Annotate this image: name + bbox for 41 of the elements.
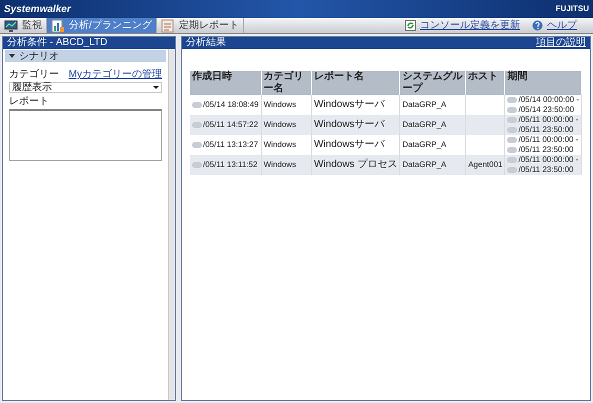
category-manage-link[interactable]: Myカテゴリーの管理: [68, 67, 162, 82]
table-cell: Windows プロセス: [311, 155, 400, 175]
item-description-link[interactable]: 項目の説明: [536, 37, 586, 49]
vendor-logo: FUJITSU: [556, 3, 589, 15]
toolbar-link[interactable]: ヘルプ: [532, 18, 577, 33]
dropdown-caret-icon: [153, 86, 159, 89]
scrollbar[interactable]: [168, 49, 175, 400]
table-cell: /05/11 00:00:00 - /05/11 23:50:00: [504, 155, 582, 175]
help-icon: [532, 20, 543, 31]
redacted-blur: [507, 116, 518, 123]
category-label: カテゴリー: [9, 68, 59, 82]
panel-header: 分析結果 項目の説明: [182, 37, 590, 49]
category-select[interactable]: 履歴表示: [9, 82, 162, 93]
redacted-blur: [192, 122, 202, 128]
panel-header: 分析条件 - ABCD_LTD: [3, 37, 175, 49]
redacted-blur: [507, 96, 518, 103]
table-cell: /05/11 13:11:52: [190, 155, 262, 175]
table-cell: DataGRP_A: [400, 155, 466, 175]
redacted-blur: [507, 106, 518, 113]
section-header[interactable]: シナリオ: [5, 50, 166, 62]
redacted-blur: [507, 126, 518, 133]
report-listbox[interactable]: [9, 109, 162, 161]
document-icon: [160, 18, 175, 32]
redacted-blur: [507, 166, 518, 173]
monitor-icon: [4, 20, 18, 32]
table-cell: Windows: [261, 155, 312, 175]
redacted-blur: [192, 102, 202, 108]
redacted-blur: [192, 142, 202, 148]
product-logo: Systemwalker: [4, 2, 71, 16]
redacted-blur: [507, 156, 518, 163]
nav-tab[interactable]: 定期レポート: [156, 18, 244, 33]
redacted-blur: [507, 136, 518, 143]
refresh-icon: [405, 20, 416, 31]
table-cell: Agent001: [466, 155, 505, 175]
redacted-blur: [192, 162, 202, 168]
report-label: レポート: [9, 95, 50, 109]
nav-tab[interactable]: 監視: [0, 18, 47, 33]
nav-tab[interactable]: 分析/プランニング: [47, 18, 157, 33]
collapse-caret-icon: [9, 54, 15, 58]
redacted-blur: [507, 146, 518, 153]
toolbar-link[interactable]: コンソール定義を更新: [405, 18, 520, 33]
